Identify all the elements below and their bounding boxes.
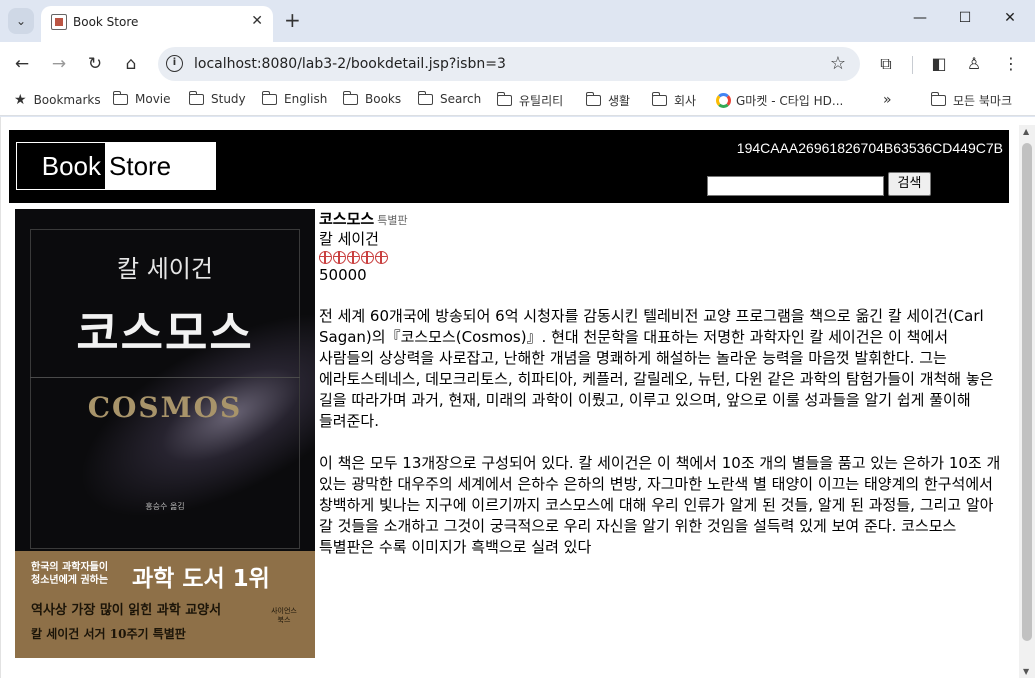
book-rating xyxy=(319,249,1007,265)
folder-icon xyxy=(651,92,667,106)
google-icon xyxy=(716,93,731,108)
bookmark-study[interactable]: Study xyxy=(188,90,246,106)
reload-button[interactable]: ↻ xyxy=(83,52,107,76)
toolbar-divider xyxy=(912,56,913,74)
book-detail: 코스모스 특별판 칼 세이건 50000 전 세계 60개국에 방송되어 6억 시… xyxy=(319,209,1007,558)
band-tagline: 역사상 가장 많이 읽힌 과학 교양서 xyxy=(31,603,222,618)
tab-title: Book Store xyxy=(73,15,139,29)
bookmarks-bar: ★ Bookmarks Movie Study English Books Sea… xyxy=(0,86,1035,116)
title-row: 코스모스 특별판 xyxy=(319,209,1007,230)
scroll-down-icon[interactable]: ▼ xyxy=(1023,667,1029,676)
cover-title: 코스모스 xyxy=(76,306,254,360)
back-button[interactable]: ← xyxy=(10,52,34,76)
folder-icon xyxy=(417,90,433,105)
band-subtitle: 한국의 과학자들이 청소년에게 권하는 xyxy=(31,562,109,586)
favicon-icon xyxy=(51,14,67,30)
cover-rule xyxy=(30,377,300,378)
minimize-button[interactable]: — xyxy=(905,10,935,32)
all-bookmarks[interactable]: 모든 북마크 xyxy=(930,92,1012,109)
star-icon: ★ xyxy=(14,92,27,108)
folder-icon xyxy=(342,90,358,105)
cover-author: 칼 세이건 xyxy=(117,255,213,283)
session-id: 194CAAA26961826704B63536CD449C7B xyxy=(736,140,1003,156)
tab-book-store[interactable]: Book Store ✕ xyxy=(41,6,273,42)
more-bookmarks-icon[interactable]: » xyxy=(883,92,892,108)
extensions-icon[interactable]: ⧉ xyxy=(874,52,898,76)
side-panel-icon[interactable]: ◧ xyxy=(927,52,951,76)
search-input[interactable] xyxy=(707,176,884,196)
search-button[interactable]: 검색 xyxy=(888,172,931,196)
tab-bar: ⌄ Book Store ✕ + — ☐ ✕ xyxy=(0,0,1035,42)
publisher-logo: 사이언스북스 xyxy=(271,607,297,624)
address-bar[interactable]: i localhost:8080/lab3-2/bookdetail.jsp?i… xyxy=(158,47,860,81)
bookmark-utility[interactable]: 유틸리티 xyxy=(496,92,563,109)
vertical-scrollbar[interactable]: ▲ ▼ xyxy=(1019,125,1035,678)
book-description-1: 전 세계 60개국에 방송되어 6억 시청자를 감동시킨 텔레비전 교양 프로그… xyxy=(319,307,994,430)
folder-icon xyxy=(496,92,512,106)
bookmark-gmarket[interactable]: G마켓 - C타입 HD... xyxy=(716,92,843,109)
url-text[interactable]: localhost:8080/lab3-2/bookdetail.jsp?isb… xyxy=(194,56,506,72)
band-headline: 과학 도서 1위 xyxy=(132,566,270,592)
scroll-up-icon[interactable]: ▲ xyxy=(1023,127,1029,136)
new-tab-button[interactable]: + xyxy=(284,9,301,31)
bookmark-company[interactable]: 회사 xyxy=(651,92,696,109)
site-logo[interactable]: Book Store xyxy=(16,142,216,190)
tab-search-button[interactable]: ⌄ xyxy=(8,8,34,34)
profile-icon[interactable]: ♙ xyxy=(962,52,986,76)
window-close-button[interactable]: ✕ xyxy=(995,10,1025,32)
bookmark-bookmarks[interactable]: ★ Bookmarks xyxy=(14,92,101,108)
bookmark-star-icon[interactable]: ☆ xyxy=(830,53,846,74)
bookmark-books[interactable]: Books xyxy=(342,90,401,106)
forward-button[interactable]: → xyxy=(47,52,71,76)
home-button[interactable]: ⌂ xyxy=(119,52,143,76)
folder-icon xyxy=(930,92,946,106)
folder-icon xyxy=(261,90,277,105)
folder-icon xyxy=(188,90,204,105)
cover-band: 한국의 과학자들이 청소년에게 권하는 과학 도서 1위 역사상 가장 많이 읽… xyxy=(15,551,315,658)
rating-icon xyxy=(333,250,346,264)
rating-icon xyxy=(319,250,332,264)
book-edition: 특별판 xyxy=(377,214,408,227)
folder-icon xyxy=(112,90,128,105)
bookmark-search[interactable]: Search xyxy=(417,90,481,106)
cover-translator: 홍승수 옮김 xyxy=(145,502,185,511)
book-author: 칼 세이건 xyxy=(319,230,379,248)
cover-title-en: COSMOS xyxy=(87,391,243,424)
menu-icon[interactable]: ⋮ xyxy=(999,52,1023,76)
scrollbar-thumb[interactable] xyxy=(1022,143,1032,641)
logo-book-text: Book xyxy=(17,143,105,189)
chevron-down-icon: ⌄ xyxy=(15,14,27,28)
rating-icon xyxy=(361,250,374,264)
maximize-button[interactable]: ☐ xyxy=(950,10,980,32)
close-tab-icon[interactable]: ✕ xyxy=(251,13,263,29)
browser-toolbar: ← → ↻ ⌂ i localhost:8080/lab3-2/bookdeta… xyxy=(0,42,1035,86)
folder-icon xyxy=(585,92,601,106)
book-cover-image: 칼 세이건 코스모스 COSMOS 홍승수 옮김 한국의 과학자들이 청소년에게… xyxy=(15,209,315,658)
bookmark-life[interactable]: 생활 xyxy=(585,92,630,109)
book-price: 50000 xyxy=(319,266,367,284)
logo-store-text: Store xyxy=(109,150,172,181)
book-title: 코스모스 xyxy=(319,210,375,228)
rating-icon xyxy=(375,250,388,264)
site-info-icon[interactable]: i xyxy=(166,55,183,72)
bookmark-english[interactable]: English xyxy=(261,90,327,106)
rating-icon xyxy=(347,250,360,264)
book-description-2: 이 책은 모두 13개장으로 구성되어 있다. 칼 세이건은 이 책에서 10조… xyxy=(319,454,1001,556)
band-edition: 칼 세이건 서거 10주기 특별판 xyxy=(31,627,186,641)
bookmark-movie[interactable]: Movie xyxy=(112,90,171,106)
